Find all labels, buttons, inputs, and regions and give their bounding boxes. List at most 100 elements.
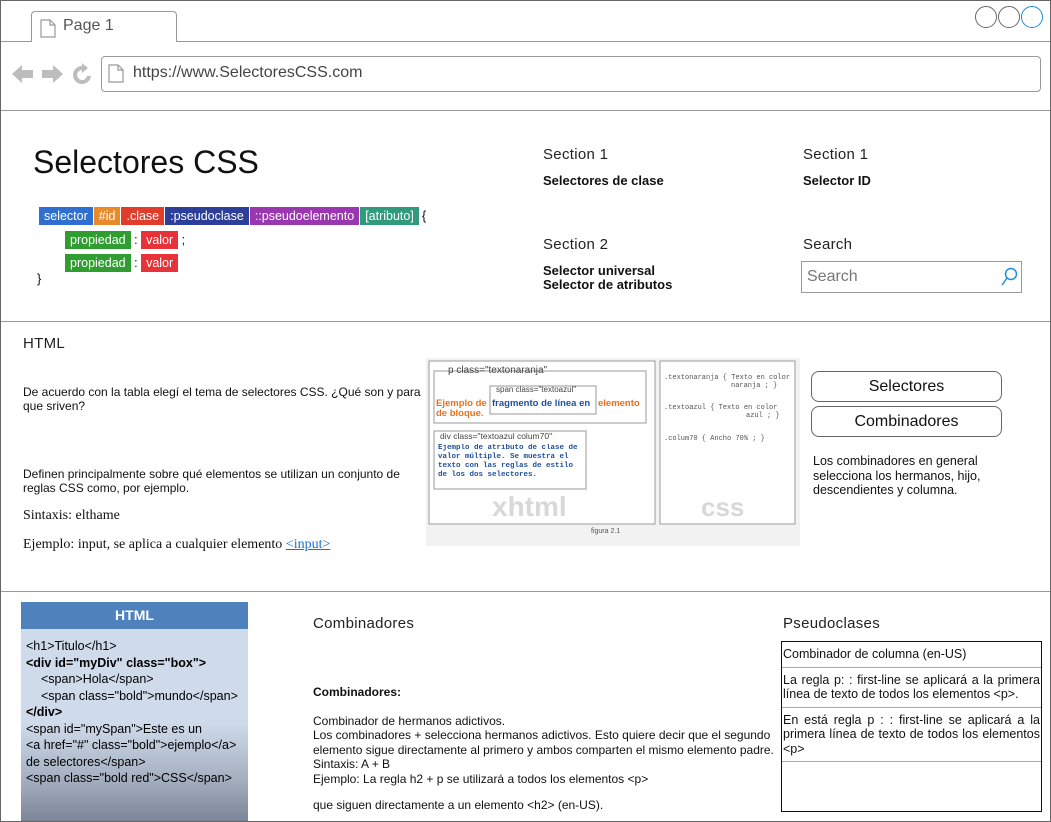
combinadores-body: Combinadores: Combinador de hermanos adi… [313,685,783,813]
pseudoclases-row: En está regla p : : first-line se aplica… [782,708,1041,762]
html-code-box: HTML <h1>Titulo</h1> <div id="myDiv" cla… [21,602,248,821]
code-line: <span id="mySpan">Este es un [26,721,203,736]
page-title: Selectores CSS [33,144,259,180]
minimize-button[interactable] [975,6,997,28]
css-rule-1a: .textonaranja { Texto en color [664,374,790,382]
syntax-selector-line: selector #id .clase:pseudoclase::pseudoele… [39,207,426,225]
address-bar[interactable]: https://www.SelectoresCSS.com [101,56,1041,92]
pseudoclases-row: Combinador de columna (en-US) [782,642,1041,668]
example-text: Ejemplo: input, se aplica a cualquier el… [23,537,330,553]
search-title: Search [803,236,853,253]
close-brace: } [37,271,42,286]
combinadores-description: Los combinadores en general selecciona l… [813,454,981,497]
property-chip: propiedad [65,254,131,272]
selector-chip: .clase [121,207,165,225]
maximize-button[interactable] [998,6,1020,28]
question-text: De acuerdo con la tabla elegí el tema de… [23,385,421,413]
combinadores-line: Sintaxis: A + B [313,757,391,771]
code-lines: <h1>Titulo</h1> <div id="myDiv" class="b… [21,629,248,787]
pseudoclases-title: Pseudoclases [783,615,880,632]
code-line: <a href="#" class="bold">ejemplo</a> [26,738,237,752]
divider [1,591,1050,592]
search-icon[interactable] [1000,267,1018,292]
tab-bar: Page 1 [1,1,1050,42]
colon: : [134,233,138,247]
close-button[interactable] [1021,6,1043,28]
link-selectores-de-clase[interactable]: Selectores de clase [543,174,664,188]
section-1-title: Section 1 [543,146,609,163]
reload-icon[interactable] [73,63,91,84]
browser-toolbar: https://www.SelectoresCSS.com [1,42,1050,111]
section-1b-title: Section 1 [803,146,869,163]
figure-caption: figura 2.1 [591,528,620,535]
selector-chip: [atributo] [360,207,419,225]
div-label: div class="textoazul colum70" [440,431,552,441]
colon: : [134,256,138,270]
selector-chip: selector [39,207,93,225]
input-link[interactable]: <input> [286,537,331,552]
code-box-header: HTML [21,602,248,629]
selector-chip: ::pseudoelemento [249,207,360,225]
combinadores-line: Los combinadores + selecciona hermanos a… [313,728,774,757]
nav-controls [11,62,96,91]
code-line: </div> [26,705,63,719]
fig-text-span: fragmento de línea en [492,398,590,409]
syntax-declaration-1: propiedad : valor ; [65,231,185,249]
open-brace: { [421,208,427,223]
tab-title: Page 1 [63,17,114,34]
combinadores-line: Ejemplo: La regla h2 + p se utilizará a … [313,771,649,786]
pseudoclases-row [782,762,1041,786]
url-text: https://www.SelectoresCSS.com [133,64,363,81]
browser-tab[interactable]: Page 1 [31,11,177,42]
syntax-text: Sintaxis: elthame [23,508,120,523]
example-prefix: Ejemplo: input, se aplica a cualquier el… [23,537,286,552]
property-chip: propiedad [65,231,131,249]
css-rule-2a: .textoazul { Texto en color [664,404,777,412]
code-line: de selectores</span> [26,754,146,769]
search-input[interactable]: Search [801,261,1022,293]
code-line: <span class="bold">mundo</span> [41,688,238,703]
code-line: <span>Hola</span> [41,672,154,686]
selector-chip: #id [93,207,121,225]
pseudoclases-row: La regla p: : first-line se aplicará a l… [782,668,1041,708]
p-label: p class="textonaranja" [448,365,548,376]
css-rule-2b: azul ; } [746,412,780,420]
value-chip: valor [141,231,179,249]
back-arrow-icon[interactable] [12,65,33,83]
value-chip: valor [141,254,179,272]
definition-text: Definen principalmente sobre qué element… [23,467,400,495]
xhtml-label: xhtml [492,491,567,522]
combinadores-line: Combinador de hermanos adictivos. [313,713,506,728]
combinadores-button[interactable]: Combinadores [811,406,1002,437]
window-controls [975,6,1044,33]
fig-text-line2: de bloque. [436,408,484,419]
link-selector-id[interactable]: Selector ID [803,174,871,188]
browser-window: Page 1 https://www.SelectoresCSS.com Sel… [0,0,1051,822]
css-rule-1b: naranja ; } [731,382,777,390]
page-icon [40,19,56,43]
css-label: css [701,492,744,522]
section-2-title: Section 2 [543,236,609,253]
figure-diagram: p class="textonaranja" span class="texto… [426,358,800,546]
syntax-declaration-2: propiedad : valor [65,254,179,272]
css-rule-3: .colum70 { Ancho 70% ; } [664,435,765,443]
selector-chip: :pseudoclase [165,207,249,225]
combinadores-title: Combinadores [313,615,415,632]
code-line: <h1>Titulo</h1> [26,639,117,653]
selector-chips: selector #id .clase:pseudoclase::pseudoele… [39,207,420,225]
fig-text-after: elemento [598,398,640,409]
pseudoclases-table: Combinador de columna (en-US) La regla p… [781,641,1042,812]
div-text: Ejemplo de atributo de clase de valor mú… [438,444,578,479]
span-label: span class="textoazul" [496,385,576,394]
link-selector-universal[interactable]: Selector universal [543,264,655,278]
html-section-title: HTML [23,335,66,352]
divider [1,321,1050,322]
search-placeholder: Search [807,268,858,285]
forward-arrow-icon[interactable] [42,65,63,83]
combinadores-heading: Combinadores: [313,685,402,699]
selectores-button[interactable]: Selectores [811,371,1002,402]
link-selector-atributos[interactable]: Selector de atributos [543,278,672,292]
code-line: <span class="bold red">CSS</span> [26,771,232,785]
combinadores-last-line: que siguen directamente a un elemento <h… [313,798,604,812]
page-icon [108,64,124,88]
